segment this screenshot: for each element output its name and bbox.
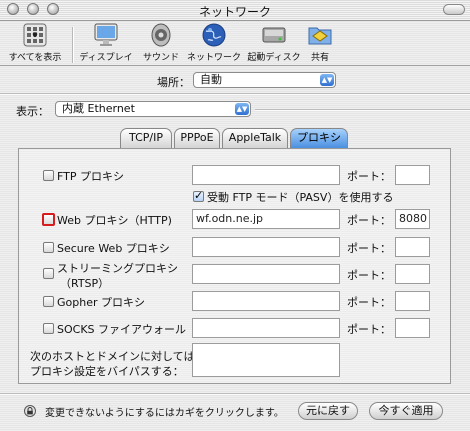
- toolbar-label: ネットワーク: [186, 53, 241, 63]
- toolbar-label: 共有: [310, 53, 329, 63]
- web-proxy-label: Web プロキシ（HTTP): [57, 214, 172, 227]
- streaming-proxy-label-line1: ストリーミングプロキシ: [57, 262, 178, 275]
- sharing-folder-icon: [306, 22, 334, 48]
- lock-message: 変更できないようにするにはカギをクリックします。: [45, 408, 284, 419]
- disk-icon: [260, 22, 288, 48]
- gopher-proxy-server-field[interactable]: [192, 291, 340, 311]
- web-port-label: ポート：: [347, 214, 391, 227]
- speaker-icon: [147, 22, 175, 48]
- bypass-hosts-field[interactable]: [192, 343, 340, 377]
- web-port-field[interactable]: 8080: [395, 209, 430, 229]
- network-preferences-window: ネットワーク すべてを表示 ディスプレイ サウンド ネットワーク 起動ディスク …: [0, 0, 470, 431]
- toolbar-display[interactable]: ディスプレイ: [78, 22, 134, 63]
- web-proxy-server-field[interactable]: wf.odn.ne.jp: [192, 209, 340, 229]
- title-bar: ネットワーク: [0, 0, 470, 21]
- revert-button[interactable]: 元に戻す: [298, 402, 358, 420]
- apply-now-button[interactable]: 今すぐ適用: [369, 402, 443, 420]
- tab-proxies[interactable]: プロキシ: [290, 128, 348, 148]
- tab-appletalk[interactable]: AppleTalk: [222, 128, 288, 148]
- ftp-port-label: ポート：: [347, 170, 391, 183]
- divider: [0, 393, 470, 395]
- show-value: 内蔵 Ethernet: [62, 102, 135, 115]
- ftp-port-field[interactable]: [395, 165, 430, 185]
- apple-icon: [21, 22, 49, 48]
- socks-port-field[interactable]: [395, 318, 430, 338]
- display-icon: [92, 22, 120, 48]
- bypass-label-line1: 次のホストとドメインに対しては: [30, 350, 195, 363]
- secure-web-port-label: ポート：: [347, 242, 391, 255]
- socks-server-field[interactable]: [192, 318, 340, 338]
- location-popup[interactable]: 自動 ▲▼: [193, 72, 336, 88]
- secure-web-proxy-checkbox[interactable]: [43, 242, 54, 253]
- toolbar-network[interactable]: ネットワーク: [186, 22, 242, 63]
- ftp-proxy-server-field[interactable]: [192, 165, 340, 185]
- socks-firewall-label: SOCKS ファイアウォール: [57, 323, 187, 336]
- web-proxy-checkbox[interactable]: [42, 213, 55, 226]
- toolbar-label: すべてを表示: [8, 53, 62, 63]
- toolbar-separator: [72, 27, 74, 63]
- socks-port-label: ポート：: [347, 323, 391, 336]
- passive-ftp-label: 受動 FTP モード（PASV）を使用する: [207, 191, 394, 204]
- toolbar-label: 起動ディスク: [247, 53, 301, 63]
- location-value: 自動: [200, 73, 222, 86]
- secure-web-proxy-label: Secure Web プロキシ: [57, 242, 170, 255]
- show-popup[interactable]: 内蔵 Ethernet ▲▼: [55, 101, 251, 117]
- location-label: 場所：: [157, 76, 190, 89]
- toolbar: すべてを表示 ディスプレイ サウンド ネットワーク 起動ディスク 共有: [0, 21, 470, 66]
- toolbar-label: ディスプレイ: [79, 53, 133, 63]
- toolbar-startup-disk[interactable]: 起動ディスク: [246, 22, 302, 63]
- toolbar-sound[interactable]: サウンド: [138, 22, 184, 63]
- toolbar-show-all[interactable]: すべてを表示: [4, 22, 66, 63]
- secure-web-proxy-server-field[interactable]: [192, 237, 340, 257]
- divider: [0, 93, 470, 95]
- secure-web-port-field[interactable]: [395, 237, 430, 257]
- streaming-port-field[interactable]: [395, 264, 430, 284]
- tab-tcpip[interactable]: TCP/IP: [120, 128, 172, 148]
- passive-ftp-checkbox[interactable]: [193, 189, 204, 202]
- streaming-proxy-label-line2: （RTSP）: [60, 277, 110, 290]
- bypass-label-line2: プロキシ設定をバイパスする：: [30, 365, 184, 378]
- gopher-proxy-label: Gopher プロキシ: [57, 296, 145, 309]
- toolbar-toggle-button[interactable]: [443, 4, 465, 15]
- streaming-proxy-checkbox[interactable]: [43, 268, 54, 279]
- toolbar-sharing[interactable]: 共有: [304, 22, 336, 63]
- gopher-proxy-checkbox[interactable]: [43, 296, 54, 307]
- ftp-proxy-checkbox[interactable]: [43, 170, 54, 181]
- streaming-proxy-server-field[interactable]: [192, 264, 340, 284]
- tab-pppoe[interactable]: PPPoE: [174, 128, 220, 148]
- toolbar-label: サウンド: [142, 53, 179, 63]
- ftp-proxy-label: FTP プロキシ: [57, 170, 124, 183]
- lock-icon[interactable]: [24, 405, 36, 417]
- divider: [255, 109, 470, 111]
- globe-icon: [200, 22, 228, 48]
- window-title: ネットワーク: [198, 5, 271, 19]
- show-label: 表示：: [16, 105, 49, 118]
- gopher-port-field[interactable]: [395, 291, 430, 311]
- socks-firewall-checkbox[interactable]: [43, 323, 54, 334]
- gopher-port-label: ポート：: [347, 296, 391, 309]
- popup-arrows-icon: ▲▼: [235, 103, 249, 115]
- popup-arrows-icon: ▲▼: [320, 74, 334, 86]
- streaming-port-label: ポート：: [347, 269, 391, 282]
